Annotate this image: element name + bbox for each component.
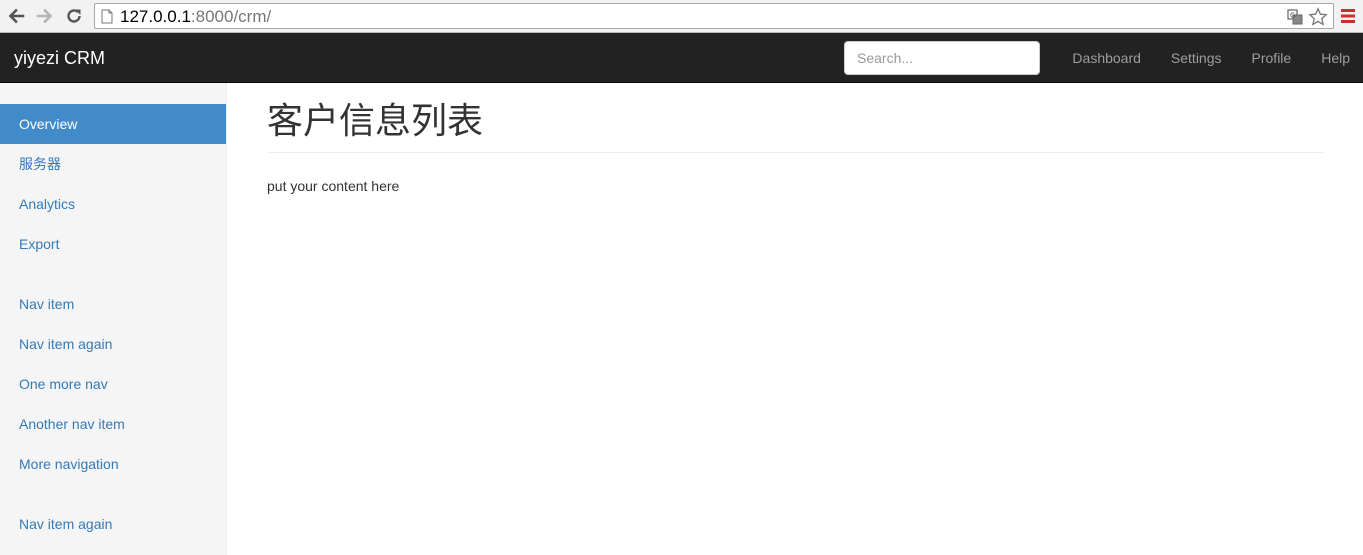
sidebar-link-nav-item-again[interactable]: Nav item again xyxy=(0,324,226,364)
bookmark-star-icon[interactable] xyxy=(1308,7,1328,27)
sidebar-item-nav-item: Nav item xyxy=(0,284,226,324)
sidebar-item-nav-item-again-2: Nav item again xyxy=(0,504,226,544)
sidebar-item-nav-item-again: Nav item again xyxy=(0,324,226,364)
sidebar-link-servers[interactable]: 服务器 xyxy=(0,144,226,184)
sidebar-item-one-more-nav: One more nav xyxy=(0,364,226,404)
sidebar-link-another-nav-item[interactable]: Another nav item xyxy=(0,404,226,444)
sidebar-item-more-navigation: More navigation xyxy=(0,444,226,484)
sidebar: Overview 服务器 Analytics Export Nav item N… xyxy=(0,83,227,555)
browser-toolbar: 127.0.0.1:8000/crm/ G xyxy=(0,0,1363,33)
sidebar-item-analytics: Analytics xyxy=(0,184,226,224)
sidebar-item-export: Export xyxy=(0,224,226,264)
top-navbar: yiyezi CRM Dashboard Settings Profile He… xyxy=(0,33,1363,83)
nav-dashboard-link[interactable]: Dashboard xyxy=(1057,33,1156,83)
page-icon xyxy=(101,9,113,24)
reload-icon xyxy=(67,9,81,23)
sidebar-group-3: Nav item again xyxy=(0,504,226,544)
sidebar-link-export[interactable]: Export xyxy=(0,224,226,264)
sidebar-link-one-more-nav[interactable]: One more nav xyxy=(0,364,226,404)
page-header: 客户信息列表 xyxy=(267,101,1325,153)
address-bar[interactable]: 127.0.0.1:8000/crm/ G xyxy=(94,3,1334,29)
url-host: 127.0.0.1 xyxy=(120,7,191,26)
forward-button[interactable] xyxy=(34,5,56,27)
reload-button[interactable] xyxy=(63,5,85,27)
page-title: 客户信息列表 xyxy=(267,101,484,142)
url-text: 127.0.0.1:8000/crm/ xyxy=(120,7,271,27)
sidebar-group-1: Overview 服务器 Analytics Export xyxy=(0,104,226,264)
nav-profile-link[interactable]: Profile xyxy=(1237,33,1307,83)
browser-menu-icon[interactable] xyxy=(1341,8,1355,24)
sidebar-link-analytics[interactable]: Analytics xyxy=(0,184,226,224)
translate-icon[interactable]: G xyxy=(1287,9,1303,25)
url-path: :8000/crm/ xyxy=(190,7,272,26)
back-button[interactable] xyxy=(5,5,27,27)
sidebar-item-another-nav-item: Another nav item xyxy=(0,404,226,444)
forward-arrow-icon xyxy=(36,8,53,24)
nav-settings-link[interactable]: Settings xyxy=(1156,33,1237,83)
sidebar-link-nav-item[interactable]: Nav item xyxy=(0,284,226,324)
nav-help-link[interactable]: Help xyxy=(1306,33,1363,83)
back-arrow-icon xyxy=(8,8,25,24)
navbar-links: Dashboard Settings Profile Help xyxy=(1057,33,1363,83)
search-input[interactable] xyxy=(844,41,1040,75)
sidebar-item-servers: 服务器 xyxy=(0,144,226,184)
sidebar-group-2: Nav item Nav item again One more nav Ano… xyxy=(0,284,226,484)
sidebar-link-more-navigation[interactable]: More navigation xyxy=(0,444,226,484)
sidebar-link-nav-item-again-2[interactable]: Nav item again xyxy=(0,504,226,544)
svg-text:G: G xyxy=(1290,12,1295,20)
content-text: put your content here xyxy=(267,178,400,194)
brand-link[interactable]: yiyezi CRM xyxy=(14,47,105,69)
sidebar-item-overview: Overview xyxy=(0,104,226,144)
sidebar-link-overview[interactable]: Overview xyxy=(0,104,226,144)
main-content: 客户信息列表 put your content here xyxy=(267,83,1325,196)
